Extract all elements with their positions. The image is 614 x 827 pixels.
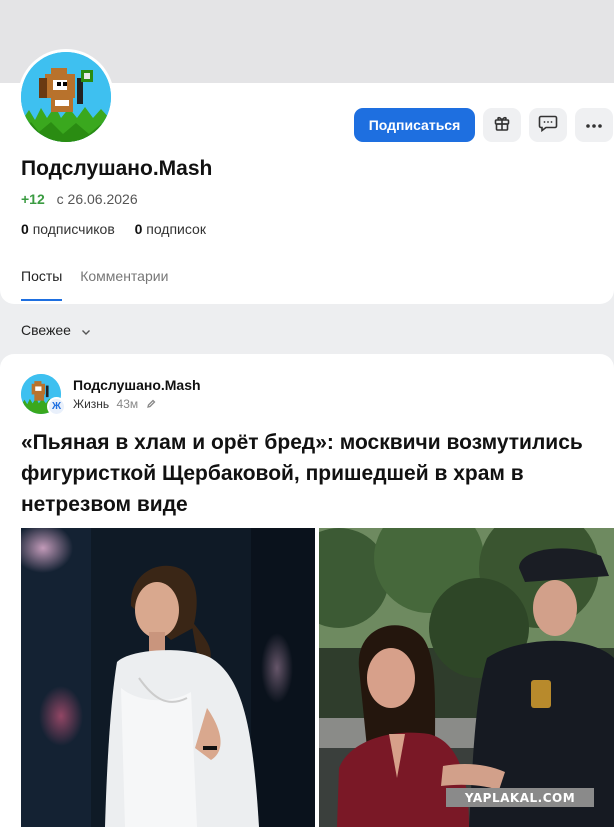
message-button[interactable]: [529, 108, 567, 142]
post-category[interactable]: Жизнь: [73, 397, 109, 411]
followers-label: подписчиков: [32, 221, 115, 237]
profile-tabs: Посты Комментарии: [21, 268, 182, 301]
watermark-label: YAPLAKAL.COM: [446, 788, 594, 807]
sort-dropdown[interactable]: Свежее: [21, 322, 91, 339]
post-author[interactable]: Подслушано.Mash: [73, 377, 201, 393]
post-title[interactable]: «Пьяная в хлам и орёт бред»: москвичи во…: [21, 427, 601, 520]
gift-icon: [493, 114, 511, 137]
more-icon: [585, 116, 603, 134]
message-icon: [538, 114, 558, 137]
more-button[interactable]: [575, 108, 613, 142]
profile-avatar[interactable]: [18, 49, 114, 145]
profile-name: Подслушано.Mash: [21, 157, 213, 180]
post-meta: Жизнь 43м: [73, 397, 156, 412]
following-label: подписок: [146, 221, 206, 237]
gift-button[interactable]: [483, 108, 521, 142]
duck-hunt-dog-avatar: [21, 52, 111, 142]
profile-meta: +12 с 26.06.2026: [21, 191, 138, 207]
post-card[interactable]: Ж Подслушано.Mash Жизнь 43м «Пьяная в хл…: [0, 354, 614, 827]
followers-count: 0: [21, 221, 29, 237]
registered-since: с 26.06.2026: [56, 191, 138, 207]
chevron-down-icon: [81, 323, 91, 339]
tab-posts[interactable]: Посты: [21, 268, 63, 301]
tab-comments[interactable]: Комментарии: [80, 268, 168, 299]
category-badge: Ж: [47, 397, 66, 416]
following-count: 0: [134, 221, 143, 237]
post-photo-left[interactable]: [21, 528, 315, 827]
post-photo-right[interactable]: [319, 528, 614, 827]
sort-label: Свежее: [21, 322, 71, 338]
karma-value: +12: [21, 191, 45, 207]
following-link[interactable]: 0 подписок: [135, 221, 206, 237]
pencil-icon: [146, 398, 156, 412]
post-time: 43м: [116, 397, 139, 411]
subscribe-button[interactable]: Подписаться: [354, 108, 475, 142]
profile-counts: 0 подписчиков 0 подписок: [21, 221, 206, 237]
followers-link[interactable]: 0 подписчиков: [21, 221, 119, 237]
